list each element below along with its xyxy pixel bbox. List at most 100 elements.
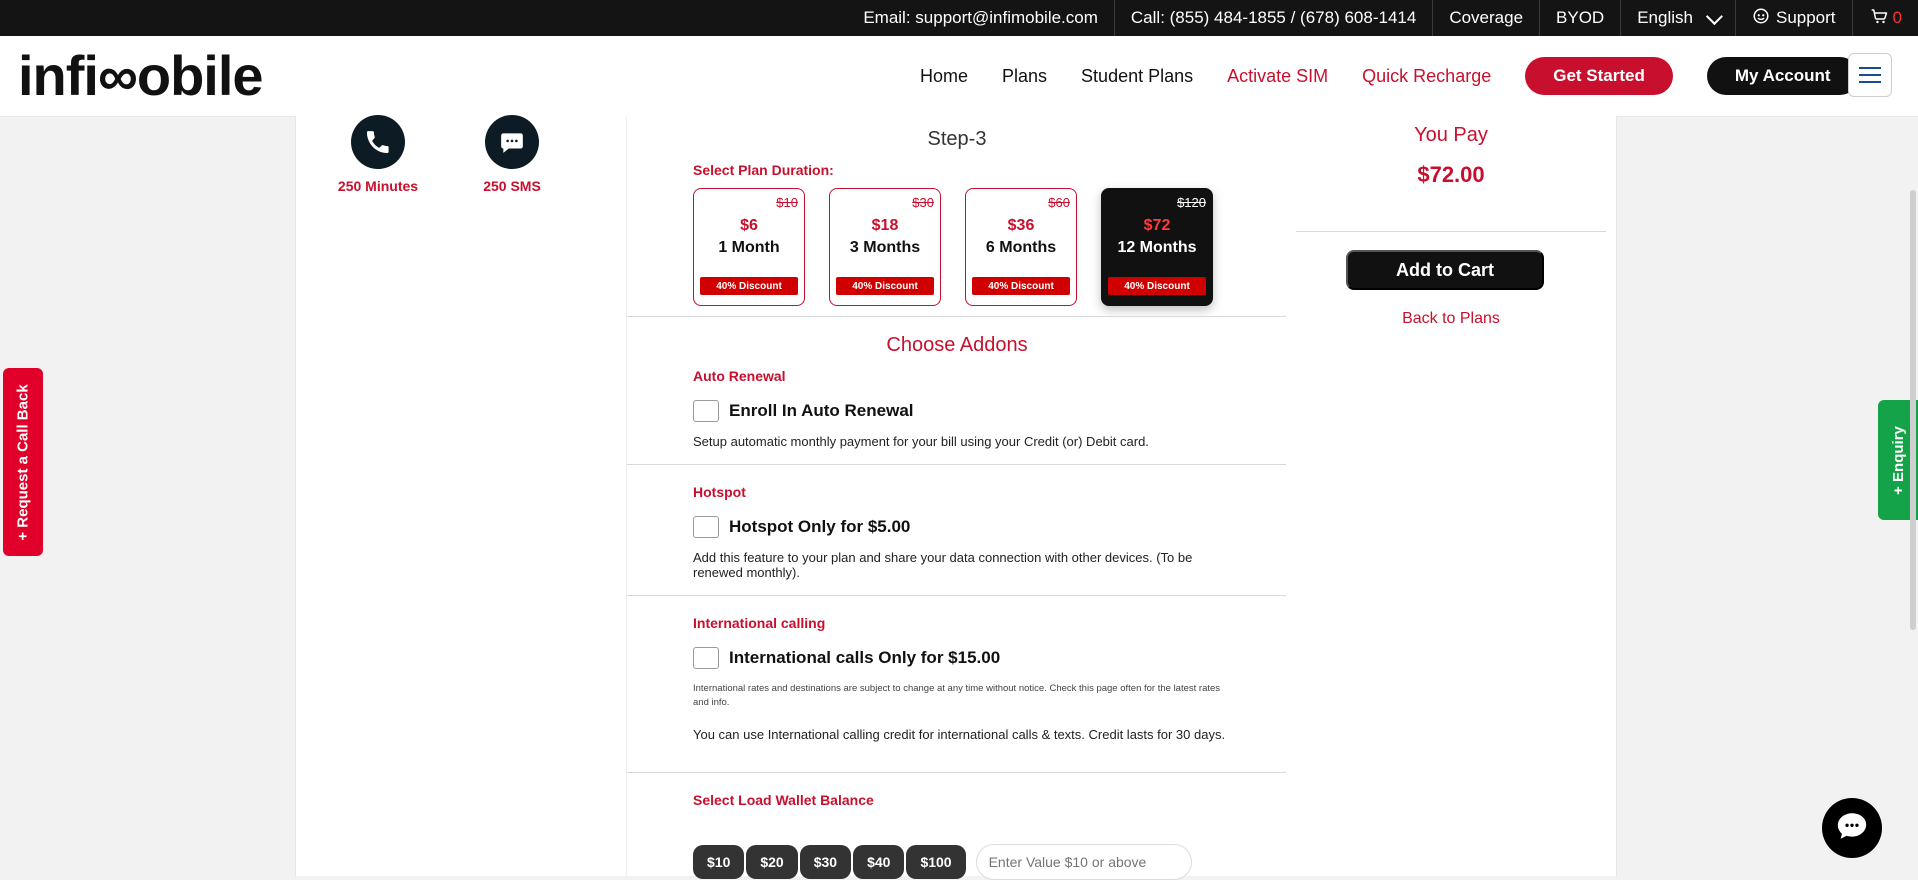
step-title: Step-3 <box>927 128 987 150</box>
hamburger-line <box>1859 81 1881 83</box>
main-nav: Home Plans Student Plans Activate SIM Qu… <box>920 36 1859 116</box>
cart-icon <box>1869 7 1889 30</box>
coverage-link[interactable]: Coverage <box>1432 0 1539 36</box>
nav-activate-sim[interactable]: Activate SIM <box>1227 66 1328 87</box>
wallet-amount-10[interactable]: $10 <box>693 845 745 879</box>
plan-builder-page: 250 Minutes 250 SMS Step-3 Select Plan D… <box>295 115 1617 880</box>
section-divider <box>627 595 1287 596</box>
plan-old-price: $120 <box>1177 195 1206 210</box>
hotspot-checkbox[interactable] <box>693 516 719 538</box>
nav-quick-recharge[interactable]: Quick Recharge <box>1362 66 1491 87</box>
chevron-down-icon <box>1705 8 1723 26</box>
plan-price: $36 <box>1007 217 1035 234</box>
section-divider <box>627 316 1287 317</box>
wallet-label: Select Load Wallet Balance <box>693 792 874 808</box>
order-summary: You Pay $72.00 Add to Cart Back to Plans <box>1286 116 1616 876</box>
infimobile-logo[interactable]: infi∞obile <box>18 44 264 107</box>
feature-minutes-label: 250 Minutes <box>337 178 419 194</box>
wallet-amount-30[interactable]: $30 <box>799 845 852 879</box>
nav-plans[interactable]: Plans <box>1002 66 1047 87</box>
plan-option-12-months-selected[interactable]: $120 $72 12 Months 40% Discount <box>1101 188 1213 306</box>
wallet-custom-amount-input[interactable] <box>975 844 1192 880</box>
nav-home[interactable]: Home <box>920 66 968 87</box>
cart-link[interactable]: 0 <box>1851 0 1918 36</box>
auto-renewal-option[interactable]: Enroll In Auto Renewal <box>693 400 914 422</box>
discount-badge: 40% Discount <box>700 277 798 295</box>
language-text: English <box>1637 8 1693 27</box>
get-started-button[interactable]: Get Started <box>1525 57 1673 95</box>
hamburger-line <box>1859 67 1881 69</box>
choose-addons-title: Choose Addons <box>886 334 1028 356</box>
phone-icon <box>351 115 405 169</box>
support-link[interactable]: Support <box>1734 0 1852 36</box>
plan-old-price: $10 <box>776 195 798 210</box>
discount-badge: 40% Discount <box>972 277 1070 295</box>
support-icon <box>1752 7 1770 30</box>
site-header: infi∞obile Home Plans Student Plans Acti… <box>0 36 1918 117</box>
add-to-cart-button[interactable]: Add to Cart <box>1346 250 1544 290</box>
support-text: Support <box>1775 8 1836 27</box>
request-call-back-text: + Request a Call Back <box>14 383 32 541</box>
request-call-back-tab[interactable]: + Request a Call Back <box>3 368 43 556</box>
sms-icon <box>485 115 539 169</box>
international-description: You can use International calling credit… <box>693 727 1226 742</box>
my-account-button[interactable]: My Account <box>1706 57 1859 95</box>
wallet-amount-20[interactable]: $20 <box>746 845 798 879</box>
back-to-plans-link[interactable]: Back to Plans <box>1286 310 1616 328</box>
top-bar: Email: support@infimobile.com Call: (855… <box>0 0 1918 36</box>
wallet-balance-options: $10 $20 $30 $40 $100 <box>693 844 1192 880</box>
international-terms: International rates and destinations are… <box>693 683 1221 708</box>
hotspot-description: Add this feature to your plan and share … <box>693 550 1193 580</box>
plan-price: $72 <box>1143 217 1171 234</box>
plan-price: $6 <box>740 217 758 234</box>
hamburger-line <box>1859 74 1881 76</box>
auto-renewal-label: Auto Renewal <box>693 368 786 384</box>
international-option-text: International calls Only for $15.00 <box>729 648 1001 667</box>
feature-sms-label: 250 SMS <box>483 178 541 194</box>
plan-price: $18 <box>871 217 899 234</box>
auto-renewal-option-text: Enroll In Auto Renewal <box>729 401 914 420</box>
hotspot-label: Hotspot <box>693 484 746 500</box>
summary-divider <box>1296 231 1606 232</box>
plan-months: 6 Months <box>985 239 1057 256</box>
plan-option-1-month[interactable]: $10 $6 1 Month 40% Discount <box>693 188 805 306</box>
plan-option-6-months[interactable]: $60 $36 6 Months 40% Discount <box>965 188 1077 306</box>
cart-count: 0 <box>1892 8 1902 27</box>
byod-link[interactable]: BYOD <box>1539 0 1620 36</box>
nav-student-plans[interactable]: Student Plans <box>1081 66 1193 87</box>
email-link[interactable]: Email: support@infimobile.com <box>847 0 1114 36</box>
plan-duration-options: $10 $6 1 Month 40% Discount $30 $18 3 Mo… <box>693 188 1213 306</box>
plan-option-3-months[interactable]: $30 $18 3 Months 40% Discount <box>829 188 941 306</box>
byod-text: BYOD <box>1556 8 1605 27</box>
email-text: Email: support@infimobile.com <box>863 8 1098 27</box>
phone-text: Call: (855) 484-1855 / (678) 608-1414 <box>1130 8 1417 27</box>
international-label: International calling <box>693 615 826 631</box>
hotspot-option[interactable]: Hotspot Only for $5.00 <box>693 516 910 538</box>
logo-text: infi∞obile <box>18 44 264 107</box>
hotspot-option-text: Hotspot Only for $5.00 <box>729 517 911 536</box>
menu-button[interactable] <box>1848 53 1892 97</box>
phone-link[interactable]: Call: (855) 484-1855 / (678) 608-1414 <box>1113 0 1432 36</box>
auto-renewal-checkbox[interactable] <box>693 400 719 422</box>
discount-badge: 40% Discount <box>836 277 934 295</box>
international-option[interactable]: International calls Only for $15.00 <box>693 647 1000 669</box>
plan-old-price: $30 <box>912 195 934 210</box>
auto-renewal-description: Setup automatic monthly payment for your… <box>693 434 1149 449</box>
plan-old-price: $60 <box>1048 195 1070 210</box>
enquiry-text: + Enquiry <box>1889 425 1907 495</box>
chat-button[interactable] <box>1822 798 1882 858</box>
wallet-amount-100[interactable]: $100 <box>906 845 966 879</box>
scrollbar[interactable] <box>1910 190 1916 630</box>
you-pay-label: You Pay <box>1414 124 1488 146</box>
discount-badge: 40% Discount <box>1108 277 1206 295</box>
feature-sms: 250 SMS <box>452 115 572 194</box>
wallet-amount-40[interactable]: $40 <box>853 845 905 879</box>
language-select[interactable]: English <box>1620 0 1735 36</box>
section-divider <box>627 464 1287 465</box>
plan-configurator: Step-3 Select Plan Duration: $10 $6 1 Mo… <box>626 116 1288 880</box>
plan-months: 1 Month <box>718 239 780 256</box>
feature-minutes: 250 Minutes <box>318 115 438 194</box>
you-pay-amount: $72.00 <box>1417 162 1485 187</box>
select-duration-label: Select Plan Duration: <box>693 162 834 178</box>
international-checkbox[interactable] <box>693 647 719 669</box>
